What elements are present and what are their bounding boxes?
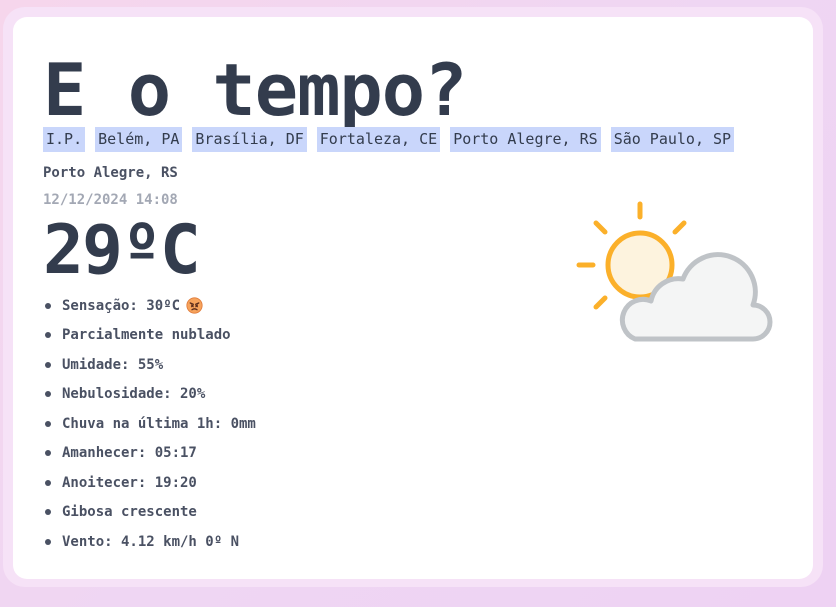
detail-humidity: Umidade: 55% xyxy=(43,350,256,380)
detail-text: Chuva na última 1h: 0mm xyxy=(62,415,256,432)
city-link-sao-paulo[interactable]: São Paulo, SP xyxy=(610,127,735,152)
detail-text: Amanhecer: 05:17 xyxy=(62,445,197,462)
city-link-brasilia[interactable]: Brasília, DF xyxy=(192,127,307,152)
bullet-icon xyxy=(45,391,51,398)
observation-datetime: 12/12/2024 14:08 xyxy=(43,192,178,208)
city-list: I.P. Belém, PA Brasília, DF Fortaleza, C… xyxy=(43,127,735,152)
current-temperature: 29ºC xyxy=(43,211,201,290)
detail-wind: Vento: 4.12 km/h 0º N xyxy=(43,527,256,557)
location-name: Porto Alegre, RS xyxy=(43,165,178,181)
detail-sunset: Anoitecer: 19:20 xyxy=(43,468,256,498)
detail-text: Gibosa crescente xyxy=(62,504,197,521)
detail-text: Parcialmente nublado xyxy=(62,327,231,344)
detail-text: Sensação: 30ºC xyxy=(62,297,181,314)
detail-condition: Parcialmente nublado xyxy=(43,321,256,351)
page-title: E o tempo? xyxy=(43,48,467,132)
detail-feels-like: Sensação: 30ºC xyxy=(43,291,256,321)
bullet-icon xyxy=(45,479,51,486)
city-link-fortaleza[interactable]: Fortaleza, CE xyxy=(316,127,441,152)
detail-sunrise: Amanhecer: 05:17 xyxy=(43,439,256,469)
detail-text: Nebulosidade: 20% xyxy=(62,386,206,403)
detail-cloudiness: Nebulosidade: 20% xyxy=(43,380,256,410)
bullet-icon xyxy=(45,450,51,457)
detail-moon-phase: Gibosa crescente xyxy=(43,498,256,528)
city-link-belem[interactable]: Belém, PA xyxy=(95,127,183,152)
bullet-icon xyxy=(45,509,51,516)
detail-text: Anoitecer: 19:20 xyxy=(62,474,197,491)
weather-details-list: Sensação: 30ºC Parcialmente nublado Umid… xyxy=(43,291,256,557)
bullet-icon xyxy=(45,302,51,309)
detail-text: Umidade: 55% xyxy=(62,356,164,373)
partly-cloudy-icon xyxy=(576,201,773,342)
detail-text: Vento: 4.12 km/h 0º N xyxy=(62,533,240,550)
bullet-icon xyxy=(45,420,51,427)
bullet-icon xyxy=(45,538,51,545)
bullet-icon xyxy=(45,332,51,339)
angry-face-emoji-icon xyxy=(186,297,203,314)
city-link-porto-alegre[interactable]: Porto Alegre, RS xyxy=(450,127,601,152)
detail-rain: Chuva na última 1h: 0mm xyxy=(43,409,256,439)
bullet-icon xyxy=(45,361,51,368)
weather-card: E o tempo? I.P. Belém, PA Brasília, DF F… xyxy=(13,17,813,579)
city-link-ip[interactable]: I.P. xyxy=(43,127,86,152)
